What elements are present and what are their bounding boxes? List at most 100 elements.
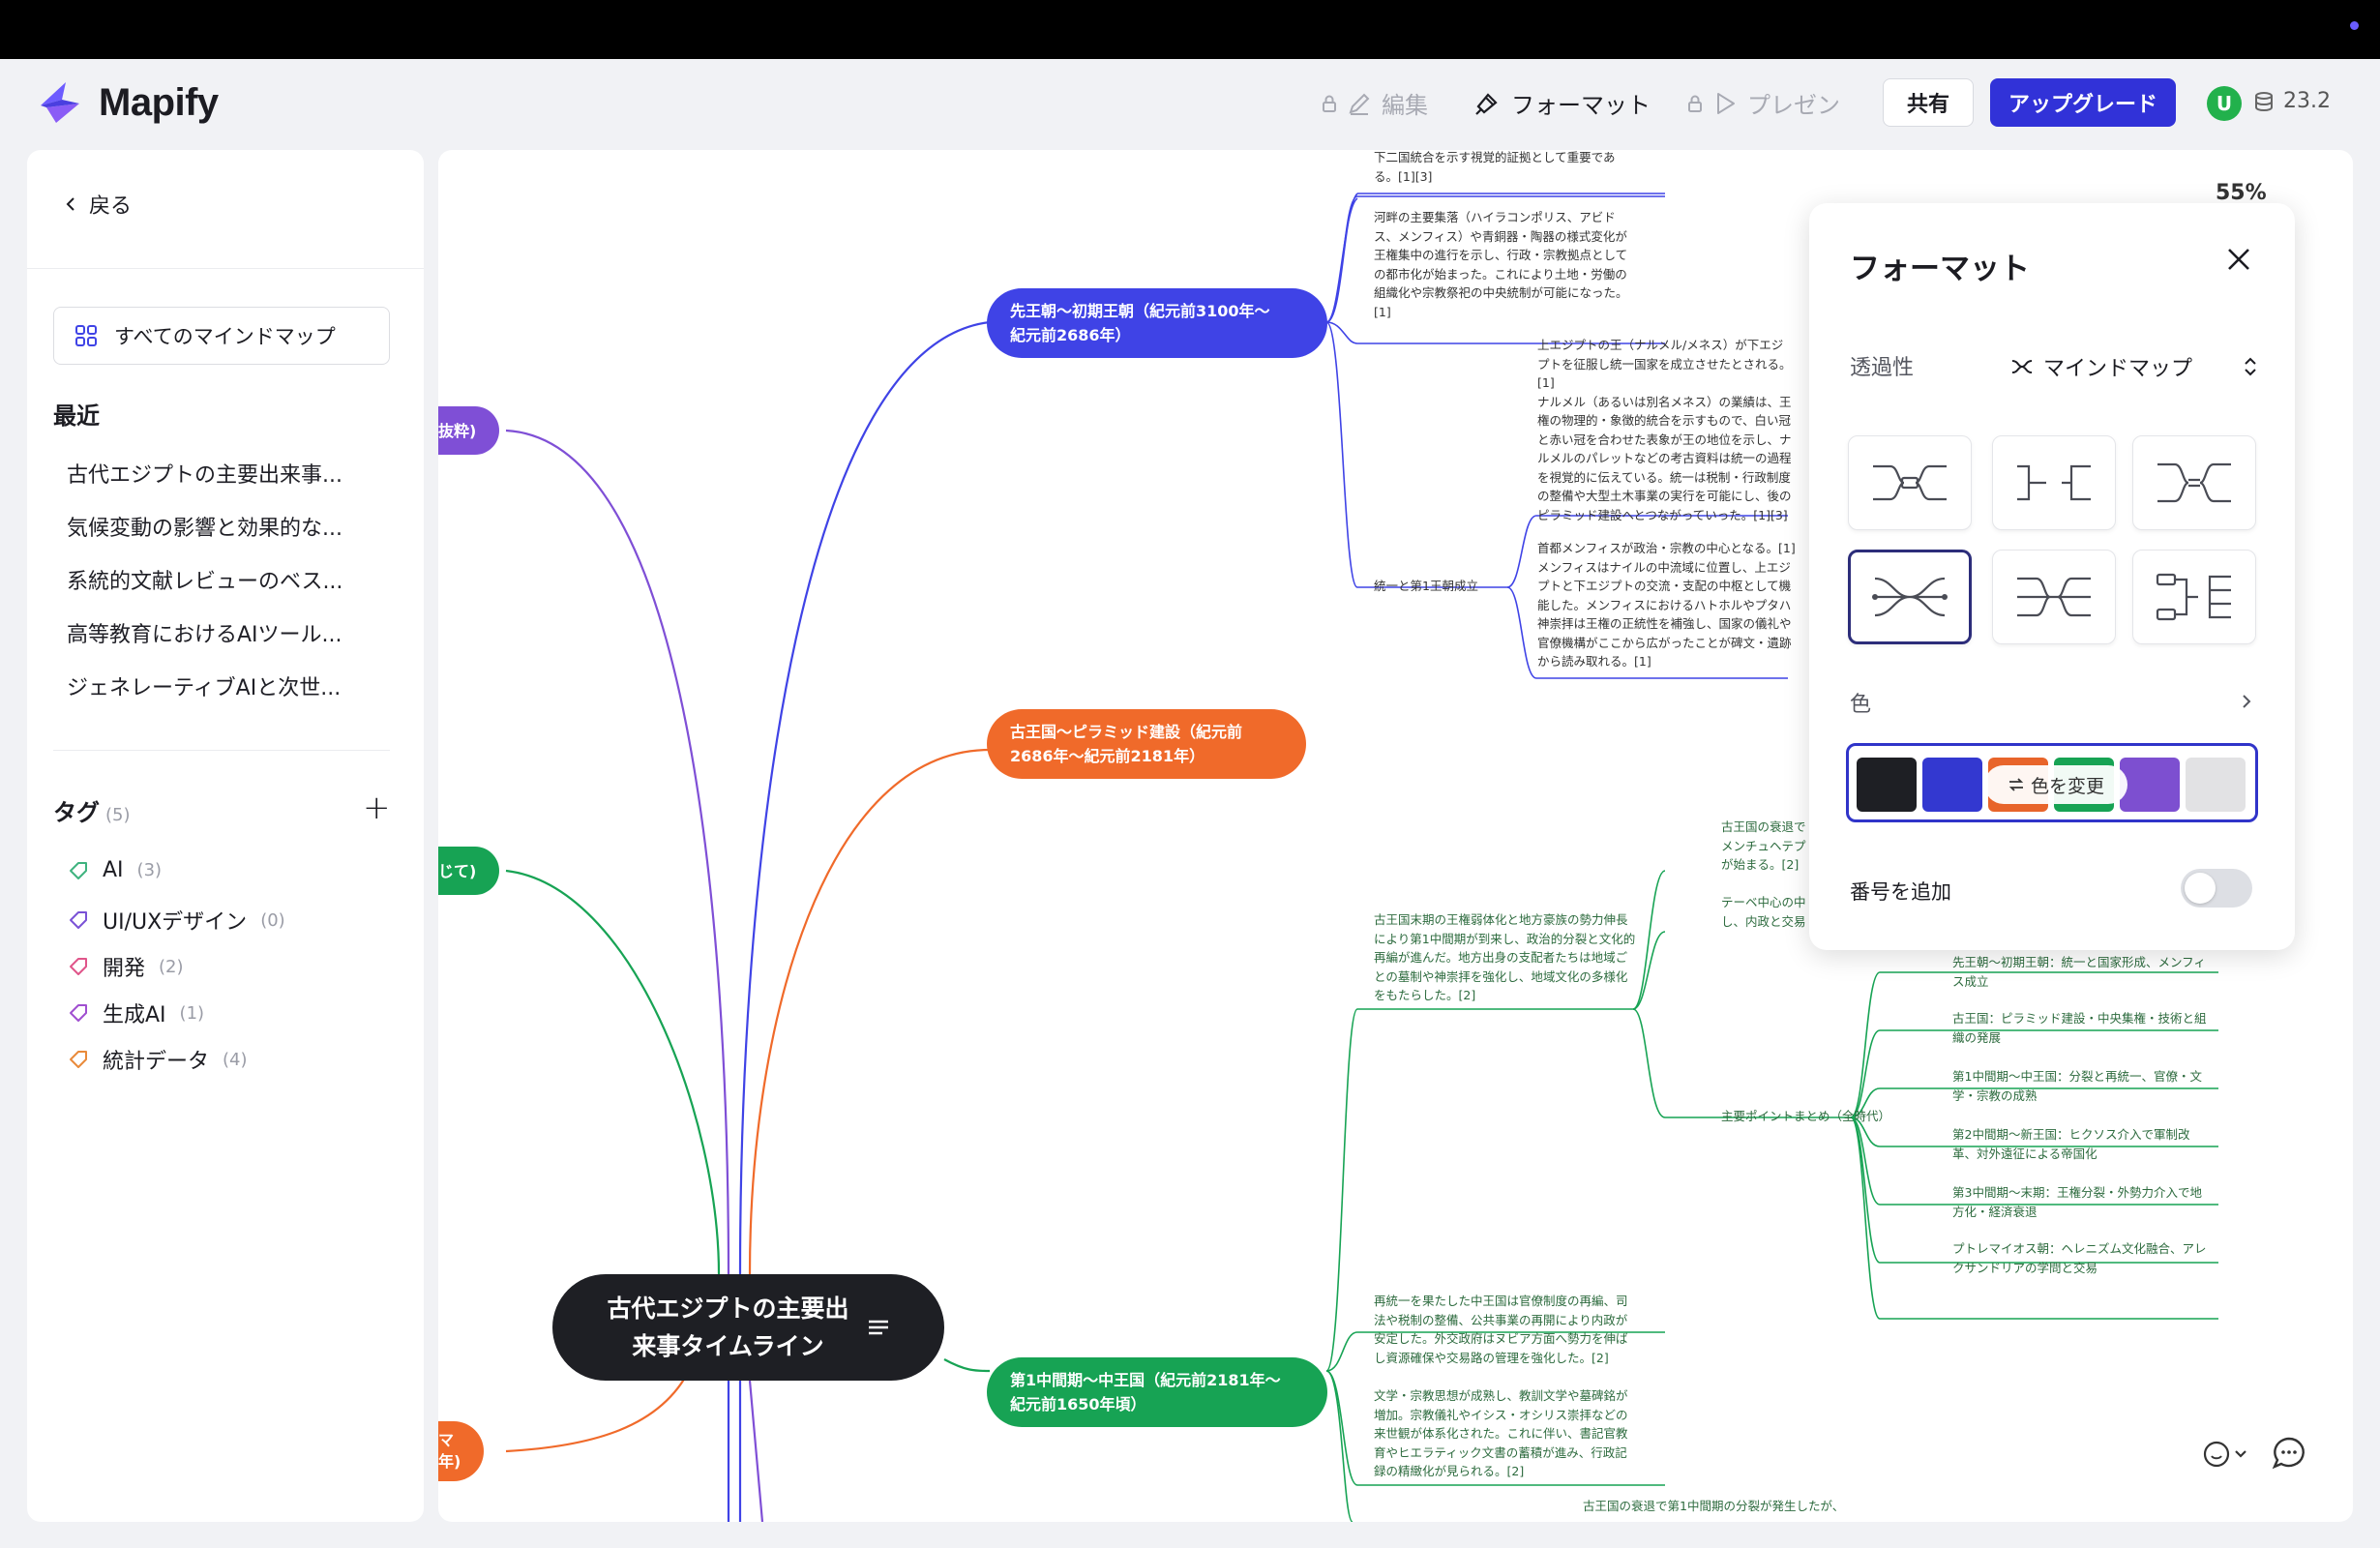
note-text: テーベ中心の中 し、内政と交易 xyxy=(1721,895,1806,929)
layout-option-org[interactable] xyxy=(2132,550,2256,644)
branch-node[interactable]: 先王朝〜初期王朝（紀元前3100年〜 紀元前2686年） xyxy=(987,288,1327,358)
color-swatch[interactable] xyxy=(2186,758,2246,812)
edit-button[interactable]: 編集 xyxy=(1322,86,1428,120)
present-button[interactable]: プレゼン xyxy=(1687,86,1840,120)
recent-item[interactable]: ジェネレーティブAIと次世... xyxy=(67,670,341,701)
recent-item[interactable]: 古代エジプトの主要出来事... xyxy=(67,458,342,489)
paint-brush-icon xyxy=(1475,92,1498,115)
note-text: 再統一を果たした中王国は官僚制度の再編、司 法や税制の整備、公共事業の再開により… xyxy=(1374,1294,1628,1365)
note-text: 下二国統合を示す視覚的証拠として重要であ る。[1][3] xyxy=(1374,150,1616,184)
format-panel-title: フォーマット xyxy=(1850,252,2030,286)
change-color-button[interactable]: 色を変更 xyxy=(1984,765,2127,804)
divider xyxy=(27,268,424,269)
ai-assistant-icon[interactable] xyxy=(2201,1435,2251,1474)
layout-option-balanced[interactable] xyxy=(1848,435,1972,530)
layout-curved-icon xyxy=(1872,577,1948,617)
layout-symmetric-icon xyxy=(2157,462,2231,503)
pencil-icon xyxy=(1349,93,1370,115)
recent-title: 最近 xyxy=(53,402,100,430)
note-text: 首都メンフィスが政治・宗教の中心となる。[1] メンフィスはナイルの中流域に位置… xyxy=(1537,541,1796,669)
upgrade-button[interactable]: アップグレード xyxy=(1990,78,2176,127)
tag-item[interactable]: UI/UXデザイン (0) xyxy=(68,905,285,936)
numbering-toggle[interactable] xyxy=(2181,869,2252,908)
tag-item[interactable]: AI (3) xyxy=(68,858,162,882)
tag-count: (2) xyxy=(159,956,184,977)
summary-item: 先王朝〜初期王朝：統一と国家形成、メンフィ ス成立 xyxy=(1952,955,2206,989)
play-icon xyxy=(1717,92,1735,114)
color-swatch[interactable] xyxy=(2120,758,2180,812)
layout-option-logic[interactable] xyxy=(1992,550,2116,644)
sidebar: 戻る すべてのマインドマップ 最近 古代エジプトの主要出来事... 気候変動の影… xyxy=(27,150,424,1522)
tag-icon xyxy=(70,958,87,975)
recent-item[interactable]: 系統的文献レビューのベス... xyxy=(67,564,342,595)
color-palette[interactable]: 色を変更 xyxy=(1846,743,2258,822)
partial-branch-node[interactable]: 抜粋) xyxy=(438,406,500,455)
format-label: フォーマット xyxy=(1511,92,1651,119)
map-type-value: マインドマップ xyxy=(2043,357,2193,381)
chevron-right-icon[interactable] xyxy=(2240,692,2253,711)
app-name: Mapify xyxy=(99,80,219,124)
tag-item[interactable]: 統計データ (4) xyxy=(68,1044,248,1075)
layout-option-right-tree[interactable] xyxy=(1992,435,2116,530)
format-button[interactable]: フォーマット xyxy=(1473,86,1651,120)
subtopic-text[interactable]: 主要ポイントまとめ（全時代） xyxy=(1721,1107,1890,1126)
share-button[interactable]: 共有 xyxy=(1883,78,1974,127)
summary-item: 第2中間期〜新王国：ヒクソス介入で軍制改 革、対外遠征による帝国化 xyxy=(1952,1127,2190,1161)
close-icon[interactable] xyxy=(2223,244,2254,275)
tag-count: (3) xyxy=(136,860,163,880)
tags-title: タグ (5) xyxy=(53,793,131,827)
chevron-updown-icon xyxy=(2245,357,2256,376)
central-topic-label: 古代エジプトの主要出 来事タイムライン xyxy=(607,1295,849,1360)
note-text: 上エジプトの王（ナルメル/メネス）が下エジ プトを征服し統一国家を成立させたとさ… xyxy=(1537,338,1792,522)
color-swatch[interactable] xyxy=(1857,758,1917,812)
color-label: 色 xyxy=(1850,693,1872,717)
central-topic-node[interactable]: 古代エジプトの主要出 来事タイムライン xyxy=(552,1274,944,1381)
partial-branch-node[interactable]: じて) xyxy=(438,847,500,895)
note-text: 古王国末期の王権弱体化と地方豪族の勢力伸長 により第1中間期が到来し、政治的分裂… xyxy=(1374,912,1636,1002)
tag-icon xyxy=(70,861,87,879)
note-text: 古王国の衰退で メンチュヘテプ が始まる。[2] xyxy=(1721,819,1806,872)
add-tag-button[interactable]: + xyxy=(363,789,391,827)
tag-name: 統計データ xyxy=(103,1050,210,1074)
divider xyxy=(53,750,390,751)
tags-title-text: タグ xyxy=(53,799,100,826)
mapify-logo-icon xyxy=(41,82,79,123)
layout-balanced-icon xyxy=(1873,464,1947,501)
summary-item: プトレマイオス朝：ヘレニズム文化融合、アレ クサンドリアの学問と交易 xyxy=(1952,1241,2207,1275)
toggle-knob xyxy=(2185,873,2216,904)
change-color-label: 色を変更 xyxy=(2030,775,2104,797)
tag-count: (0) xyxy=(260,909,285,931)
layout-option-curved-selected[interactable] xyxy=(1848,550,1972,644)
avatar[interactable]: U xyxy=(2207,86,2242,121)
database-icon xyxy=(2255,91,2273,111)
transparency-label: 透過性 xyxy=(1850,356,1915,380)
tag-item[interactable]: 生成AI (1) xyxy=(68,997,204,1028)
recent-item[interactable]: 高等教育におけるAIツール... xyxy=(67,617,342,648)
map-type-select[interactable]: マインドマップ xyxy=(2010,345,2258,388)
format-panel: フォーマット 透過性 マインドマップ 色 色を変更 番号を追加 xyxy=(1809,203,2295,950)
tag-icon xyxy=(70,1051,87,1068)
zoom-level[interactable]: 55% xyxy=(2216,181,2267,205)
numbering-label: 番号を追加 xyxy=(1850,880,1951,904)
branch-node[interactable]: 第1中間期〜中王国（紀元前2181年〜 紀元前1650年頃） xyxy=(987,1357,1327,1427)
credits-value: 23.2 xyxy=(2283,89,2331,113)
comment-icon[interactable] xyxy=(2271,1435,2307,1472)
color-swatch[interactable] xyxy=(1922,758,1982,812)
tag-name: 生成AI xyxy=(103,1003,166,1027)
note-text: 古王国の衰退で第1中間期の分裂が発生したが、 xyxy=(1583,1499,1845,1513)
back-button[interactable]: 戻る xyxy=(64,189,132,220)
layout-option-symmetric[interactable] xyxy=(2132,435,2256,530)
app-logo[interactable]: Mapify xyxy=(37,78,219,127)
summary-item: 第1中間期〜中王国：分裂と再統一、官僚・文 学・宗教の成熟 xyxy=(1952,1069,2202,1103)
mindmap-icon xyxy=(2011,360,2033,373)
back-label: 戻る xyxy=(89,194,133,219)
credits-indicator[interactable]: 23.2 xyxy=(2252,89,2331,113)
all-mindmaps-button[interactable]: すべてのマインドマップ xyxy=(53,307,390,365)
tag-icon xyxy=(70,1004,87,1022)
subtopic-text[interactable]: 統一と第1王朝成立 xyxy=(1374,577,1478,596)
tag-item[interactable]: 開発 (2) xyxy=(68,951,184,982)
grid-icon xyxy=(75,325,97,346)
recent-item[interactable]: 気候変動の影響と効果的な... xyxy=(67,511,342,542)
branch-node[interactable]: 古王国〜ピラミッド建設（紀元前 2686年〜紀元前2181年） xyxy=(987,709,1306,779)
tags-count: (5) xyxy=(105,805,131,825)
